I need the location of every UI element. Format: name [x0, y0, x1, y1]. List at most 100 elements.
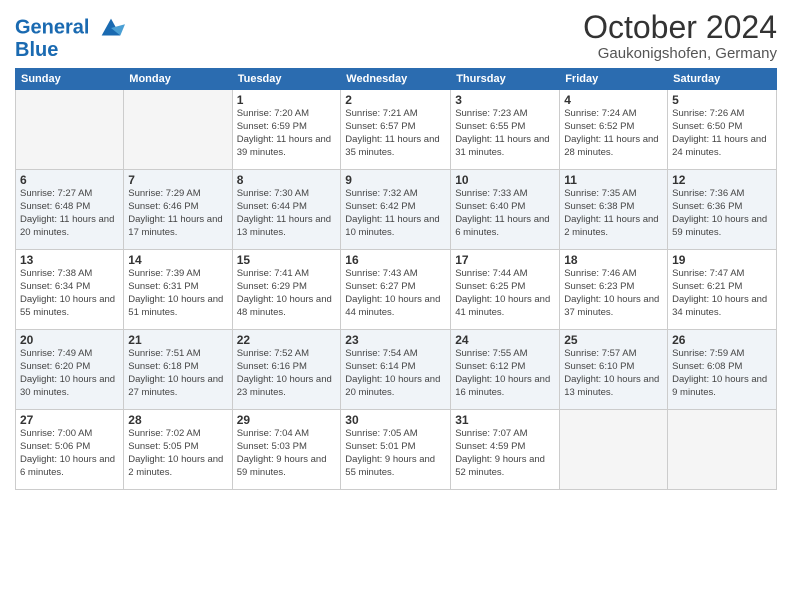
- day-info: Sunrise: 7:43 AMSunset: 6:27 PMDaylight:…: [345, 268, 446, 319]
- table-row: 5Sunrise: 7:26 AMSunset: 6:50 PMDaylight…: [668, 90, 777, 170]
- day-info: Sunrise: 7:07 AMSunset: 4:59 PMDaylight:…: [455, 428, 555, 479]
- header-thursday: Thursday: [451, 69, 560, 90]
- day-info: Sunrise: 7:59 AMSunset: 6:08 PMDaylight:…: [672, 348, 772, 399]
- table-row: 27Sunrise: 7:00 AMSunset: 5:06 PMDayligh…: [16, 410, 124, 490]
- table-row: 22Sunrise: 7:52 AMSunset: 6:16 PMDayligh…: [232, 330, 341, 410]
- table-row: 10Sunrise: 7:33 AMSunset: 6:40 PMDayligh…: [451, 170, 560, 250]
- table-row: 7Sunrise: 7:29 AMSunset: 6:46 PMDaylight…: [124, 170, 232, 250]
- table-row: [124, 90, 232, 170]
- day-number: 28: [128, 413, 227, 427]
- logo-blue: Blue: [15, 40, 125, 60]
- table-row: 12Sunrise: 7:36 AMSunset: 6:36 PMDayligh…: [668, 170, 777, 250]
- table-row: [16, 90, 124, 170]
- logo: General Blue: [15, 14, 125, 60]
- day-info: Sunrise: 7:52 AMSunset: 6:16 PMDaylight:…: [237, 348, 337, 399]
- table-row: 14Sunrise: 7:39 AMSunset: 6:31 PMDayligh…: [124, 250, 232, 330]
- day-number: 30: [345, 413, 446, 427]
- day-info: Sunrise: 7:29 AMSunset: 6:46 PMDaylight:…: [128, 188, 227, 239]
- table-row: 23Sunrise: 7:54 AMSunset: 6:14 PMDayligh…: [341, 330, 451, 410]
- day-info: Sunrise: 7:23 AMSunset: 6:55 PMDaylight:…: [455, 108, 555, 159]
- calendar-week-row: 13Sunrise: 7:38 AMSunset: 6:34 PMDayligh…: [16, 250, 777, 330]
- logo-general: General: [15, 16, 89, 38]
- table-row: 18Sunrise: 7:46 AMSunset: 6:23 PMDayligh…: [560, 250, 668, 330]
- day-number: 7: [128, 173, 227, 187]
- day-number: 10: [455, 173, 555, 187]
- header-tuesday: Tuesday: [232, 69, 341, 90]
- day-number: 4: [564, 93, 663, 107]
- table-row: 3Sunrise: 7:23 AMSunset: 6:55 PMDaylight…: [451, 90, 560, 170]
- page-header: General Blue October 2024 Gaukonigshofen…: [15, 10, 777, 62]
- day-number: 29: [237, 413, 337, 427]
- table-row: 31Sunrise: 7:07 AMSunset: 4:59 PMDayligh…: [451, 410, 560, 490]
- day-number: 21: [128, 333, 227, 347]
- day-number: 17: [455, 253, 555, 267]
- table-row: 2Sunrise: 7:21 AMSunset: 6:57 PMDaylight…: [341, 90, 451, 170]
- table-row: 21Sunrise: 7:51 AMSunset: 6:18 PMDayligh…: [124, 330, 232, 410]
- table-row: 1Sunrise: 7:20 AMSunset: 6:59 PMDaylight…: [232, 90, 341, 170]
- day-number: 18: [564, 253, 663, 267]
- day-number: 16: [345, 253, 446, 267]
- day-number: 26: [672, 333, 772, 347]
- day-number: 1: [237, 93, 337, 107]
- calendar-week-row: 27Sunrise: 7:00 AMSunset: 5:06 PMDayligh…: [16, 410, 777, 490]
- day-info: Sunrise: 7:24 AMSunset: 6:52 PMDaylight:…: [564, 108, 663, 159]
- day-info: Sunrise: 7:51 AMSunset: 6:18 PMDaylight:…: [128, 348, 227, 399]
- day-info: Sunrise: 7:26 AMSunset: 6:50 PMDaylight:…: [672, 108, 772, 159]
- day-info: Sunrise: 7:20 AMSunset: 6:59 PMDaylight:…: [237, 108, 337, 159]
- month-title: October 2024: [583, 10, 777, 45]
- location-subtitle: Gaukonigshofen, Germany: [583, 45, 777, 62]
- table-row: [668, 410, 777, 490]
- day-number: 15: [237, 253, 337, 267]
- day-info: Sunrise: 7:47 AMSunset: 6:21 PMDaylight:…: [672, 268, 772, 319]
- day-number: 23: [345, 333, 446, 347]
- day-number: 14: [128, 253, 227, 267]
- table-row: 29Sunrise: 7:04 AMSunset: 5:03 PMDayligh…: [232, 410, 341, 490]
- day-info: Sunrise: 7:38 AMSunset: 6:34 PMDaylight:…: [20, 268, 119, 319]
- table-row: 24Sunrise: 7:55 AMSunset: 6:12 PMDayligh…: [451, 330, 560, 410]
- day-number: 11: [564, 173, 663, 187]
- day-info: Sunrise: 7:41 AMSunset: 6:29 PMDaylight:…: [237, 268, 337, 319]
- day-number: 31: [455, 413, 555, 427]
- table-row: 9Sunrise: 7:32 AMSunset: 6:42 PMDaylight…: [341, 170, 451, 250]
- day-number: 20: [20, 333, 119, 347]
- table-row: 25Sunrise: 7:57 AMSunset: 6:10 PMDayligh…: [560, 330, 668, 410]
- day-number: 9: [345, 173, 446, 187]
- day-info: Sunrise: 7:35 AMSunset: 6:38 PMDaylight:…: [564, 188, 663, 239]
- day-number: 2: [345, 93, 446, 107]
- day-info: Sunrise: 7:30 AMSunset: 6:44 PMDaylight:…: [237, 188, 337, 239]
- day-info: Sunrise: 7:54 AMSunset: 6:14 PMDaylight:…: [345, 348, 446, 399]
- day-number: 3: [455, 93, 555, 107]
- table-row: 4Sunrise: 7:24 AMSunset: 6:52 PMDaylight…: [560, 90, 668, 170]
- day-number: 22: [237, 333, 337, 347]
- table-row: 20Sunrise: 7:49 AMSunset: 6:20 PMDayligh…: [16, 330, 124, 410]
- title-block: October 2024 Gaukonigshofen, Germany: [583, 10, 777, 62]
- day-number: 13: [20, 253, 119, 267]
- day-number: 25: [564, 333, 663, 347]
- day-number: 24: [455, 333, 555, 347]
- header-sunday: Sunday: [16, 69, 124, 90]
- header-monday: Monday: [124, 69, 232, 90]
- table-row: [560, 410, 668, 490]
- header-friday: Friday: [560, 69, 668, 90]
- header-wednesday: Wednesday: [341, 69, 451, 90]
- day-info: Sunrise: 7:46 AMSunset: 6:23 PMDaylight:…: [564, 268, 663, 319]
- table-row: 30Sunrise: 7:05 AMSunset: 5:01 PMDayligh…: [341, 410, 451, 490]
- day-info: Sunrise: 7:33 AMSunset: 6:40 PMDaylight:…: [455, 188, 555, 239]
- table-row: 17Sunrise: 7:44 AMSunset: 6:25 PMDayligh…: [451, 250, 560, 330]
- day-info: Sunrise: 7:00 AMSunset: 5:06 PMDaylight:…: [20, 428, 119, 479]
- day-number: 19: [672, 253, 772, 267]
- day-number: 27: [20, 413, 119, 427]
- day-info: Sunrise: 7:04 AMSunset: 5:03 PMDaylight:…: [237, 428, 337, 479]
- day-info: Sunrise: 7:27 AMSunset: 6:48 PMDaylight:…: [20, 188, 119, 239]
- table-row: 11Sunrise: 7:35 AMSunset: 6:38 PMDayligh…: [560, 170, 668, 250]
- table-row: 13Sunrise: 7:38 AMSunset: 6:34 PMDayligh…: [16, 250, 124, 330]
- day-info: Sunrise: 7:44 AMSunset: 6:25 PMDaylight:…: [455, 268, 555, 319]
- calendar-table: Sunday Monday Tuesday Wednesday Thursday…: [15, 68, 777, 490]
- day-info: Sunrise: 7:55 AMSunset: 6:12 PMDaylight:…: [455, 348, 555, 399]
- table-row: 15Sunrise: 7:41 AMSunset: 6:29 PMDayligh…: [232, 250, 341, 330]
- day-info: Sunrise: 7:49 AMSunset: 6:20 PMDaylight:…: [20, 348, 119, 399]
- calendar-week-row: 6Sunrise: 7:27 AMSunset: 6:48 PMDaylight…: [16, 170, 777, 250]
- day-info: Sunrise: 7:39 AMSunset: 6:31 PMDaylight:…: [128, 268, 227, 319]
- table-row: 19Sunrise: 7:47 AMSunset: 6:21 PMDayligh…: [668, 250, 777, 330]
- table-row: 6Sunrise: 7:27 AMSunset: 6:48 PMDaylight…: [16, 170, 124, 250]
